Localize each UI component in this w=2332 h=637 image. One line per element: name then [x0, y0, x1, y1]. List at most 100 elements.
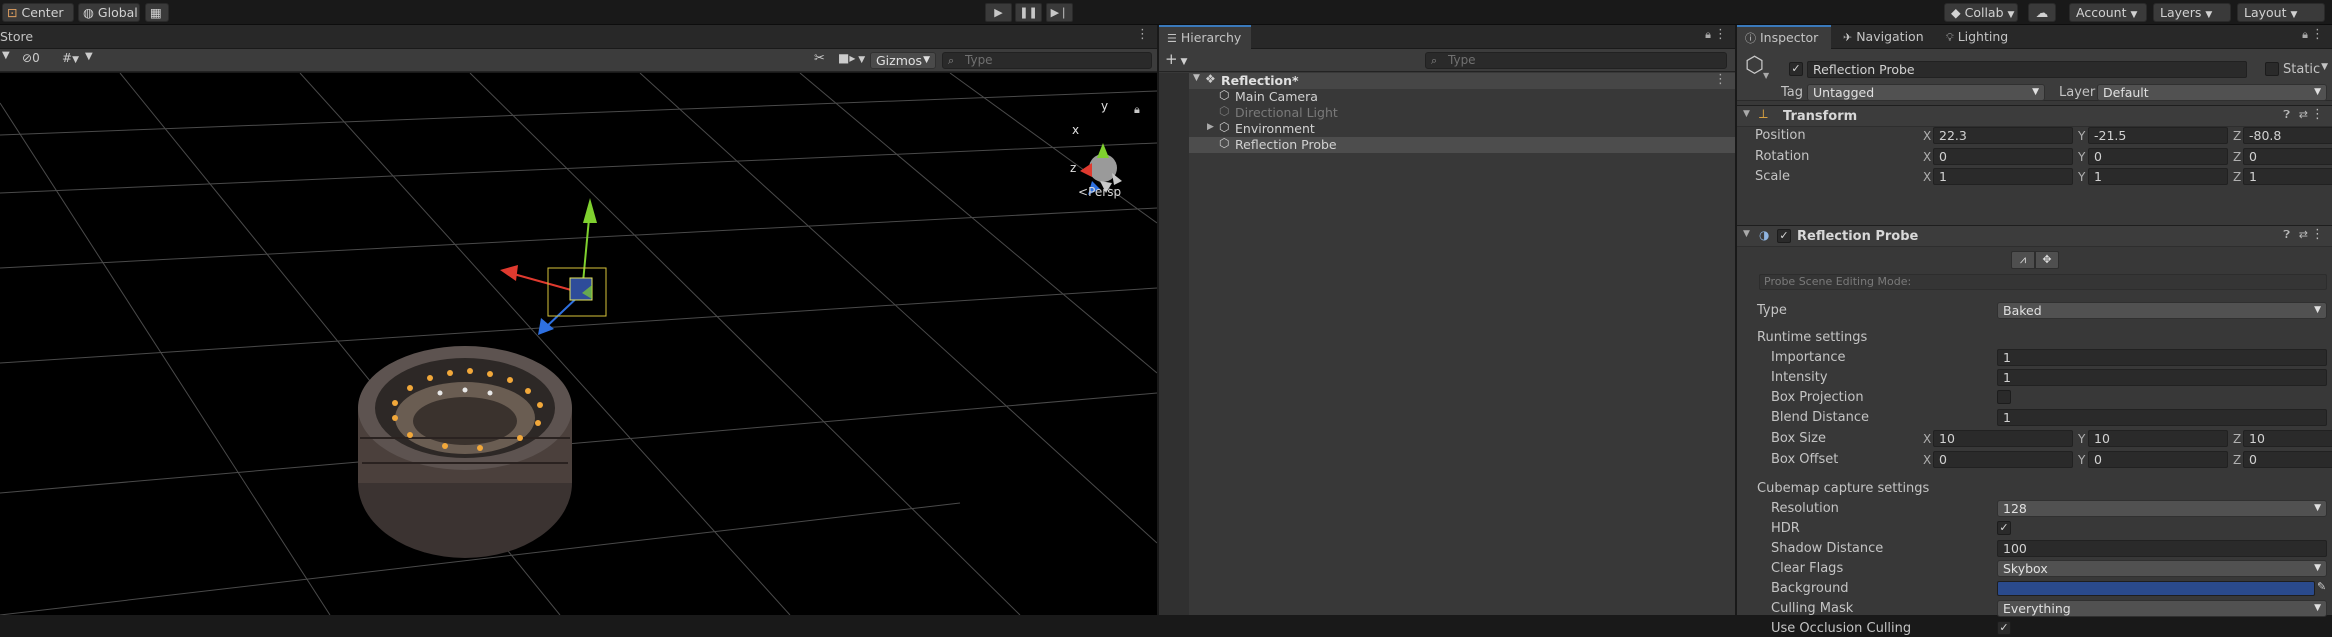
lock-icon[interactable]: 🔒︎	[2302, 28, 2308, 42]
background-color-field[interactable]	[1997, 581, 2315, 596]
layout-label: Layout	[2244, 5, 2287, 20]
more-options-icon[interactable]: ⋮	[1136, 27, 1149, 42]
help-icon[interactable]: ❓︎	[2283, 228, 2290, 242]
transform-gizmo[interactable]	[500, 198, 607, 335]
hierarchy-item[interactable]: ⬡ Main Camera	[1189, 88, 1735, 105]
hierarchy-item-label: Directional Light	[1235, 105, 1338, 120]
layer-dropdown[interactable]: Default ▼	[2097, 84, 2327, 101]
object-name-input[interactable]: Reflection Probe	[1807, 61, 2247, 78]
draw-mode-dropdown[interactable]: ▼	[2, 50, 10, 61]
box-offset-y-field[interactable]: 0	[2088, 451, 2228, 468]
box-offset-label: Box Offset	[1771, 452, 1839, 467]
play-button[interactable]: ▶	[985, 3, 1012, 22]
scale-y-field[interactable]: 1	[2088, 168, 2228, 185]
tag-dropdown[interactable]: Untagged ▼	[1807, 84, 2045, 101]
rotation-x-field[interactable]: 0	[1933, 148, 2073, 165]
chevron-down-icon[interactable]: ▼	[1763, 71, 1769, 80]
hierarchy-item[interactable]: ⬡ Reflection Probe	[1189, 136, 1735, 153]
snap-grid-button[interactable]: ▦	[145, 3, 169, 22]
scale-z-field[interactable]: 1	[2243, 168, 2332, 185]
hdr-checkbox[interactable]: ✓	[1997, 521, 2011, 535]
box-size-x-field[interactable]: 10	[1933, 430, 2073, 447]
edit-bounds-button[interactable]: ⩘	[2011, 251, 2035, 269]
tab-inspector[interactable]: ⓘ Inspector	[1737, 25, 1831, 49]
help-icon[interactable]: ❓︎	[2283, 108, 2290, 122]
culling-mask-dropdown[interactable]: Everything ▼	[1997, 600, 2327, 617]
space-toggle-button[interactable]: ◍ Global	[78, 3, 140, 22]
more-options-icon[interactable]: ⋮	[2311, 27, 2324, 42]
lock-icon[interactable]: 🔒︎	[1134, 103, 1140, 117]
box-size-y-field[interactable]: 10	[2088, 430, 2228, 447]
static-checkbox[interactable]	[2265, 62, 2279, 76]
transform-component-header[interactable]: ▼ ⟂ Transform ❓︎ ⇄ ⋮	[1737, 105, 2332, 127]
inspector-tabbar: ⓘ Inspector ✈ Navigation 💡︎ Lighting 🔒︎ …	[1737, 25, 2332, 49]
edit-origin-button[interactable]: ✥	[2035, 251, 2059, 269]
blend-distance-field[interactable]: 1	[1997, 409, 2327, 426]
position-y-field[interactable]: -21.5	[2088, 127, 2228, 144]
box-offset-x-field[interactable]: 0	[1933, 451, 2073, 468]
more-options-icon[interactable]: ⋮	[2311, 107, 2324, 122]
probe-enabled-checkbox[interactable]: ✓	[1777, 229, 1791, 243]
visibility-toggle[interactable]: ⊘0	[22, 51, 40, 65]
type-dropdown-value: Baked	[2003, 303, 2042, 318]
more-options-icon[interactable]: ⋮	[1714, 72, 1727, 87]
hierarchy-search-input[interactable]: ⌕ Type	[1425, 52, 1727, 69]
tools-button[interactable]: ✂	[814, 51, 825, 66]
expand-arrow-icon[interactable]: ▶	[1207, 122, 1214, 132]
scene-root-row[interactable]: ▼ ❖ Reflection* ⋮	[1189, 72, 1735, 89]
eyedropper-icon[interactable]: ✎	[2317, 580, 2326, 593]
axis-y-label: Y	[2078, 150, 2086, 164]
account-dropdown[interactable]: Account ▼	[2069, 3, 2147, 22]
box-size-z-field[interactable]: 10	[2243, 430, 2332, 447]
hierarchy-item[interactable]: ⬡ Directional Light	[1189, 104, 1735, 121]
occlusion-culling-label: Use Occlusion Culling	[1771, 621, 1912, 636]
tab-hierarchy[interactable]: ☰ Hierarchy	[1159, 25, 1252, 49]
reflection-probe-component-header[interactable]: ▼ ◑ ✓ Reflection Probe ❓︎ ⇄ ⋮	[1737, 225, 2332, 247]
layout-dropdown[interactable]: Layout ▼	[2237, 3, 2325, 22]
gizmos-dropdown[interactable]: Gizmos ▼	[870, 52, 936, 69]
scene-viewport[interactable]: y x z 🔒︎ <Persp	[0, 73, 1157, 615]
render-options-dropdown[interactable]: ▼	[85, 51, 93, 62]
box-projection-checkbox[interactable]	[1997, 390, 2011, 404]
grid-visibility-button[interactable]: #▼	[62, 51, 79, 65]
type-dropdown[interactable]: Baked ▼	[1997, 302, 2327, 319]
tab-navigation[interactable]: ✈ Navigation	[1833, 25, 1934, 49]
projection-toggle[interactable]: <Persp	[1078, 185, 1121, 199]
camera-button[interactable]: ■▸ ▼	[838, 51, 865, 65]
position-z-field[interactable]: -80.8	[2243, 127, 2332, 144]
foldout-arrow-icon[interactable]: ▼	[1743, 229, 1750, 239]
expand-arrow-icon[interactable]: ▼	[1193, 73, 1200, 83]
intensity-field[interactable]: 1	[1997, 369, 2327, 386]
box-offset-z-field[interactable]: 0	[2243, 451, 2332, 468]
rotation-z-field[interactable]: 0	[2243, 148, 2332, 165]
more-options-icon[interactable]: ⋮	[1714, 27, 1727, 42]
more-options-icon[interactable]: ⋮	[2311, 227, 2324, 242]
pivot-toggle-button[interactable]: ⊡ Center	[2, 3, 74, 22]
shadow-distance-field[interactable]: 100	[1997, 540, 2327, 557]
step-button[interactable]: ▶❘	[1046, 3, 1073, 22]
rotation-y-field[interactable]: 0	[2088, 148, 2228, 165]
preset-icon[interactable]: ⇄	[2299, 108, 2308, 121]
scene-panel: Store ⋮ ▼ ⊘0 #▼ ▼ ✂ ■▸ ▼ Gizmos▼ ⌕Type	[0, 25, 1157, 615]
hierarchy-item[interactable]: ▶ ⬡ Environment	[1189, 120, 1735, 137]
occlusion-culling-checkbox[interactable]: ✓	[1997, 621, 2011, 635]
tab-lighting[interactable]: 💡︎ Lighting	[1936, 25, 2018, 49]
cloud-button[interactable]: ☁	[2028, 3, 2056, 22]
chevron-down-icon[interactable]: ▼	[2321, 62, 2328, 72]
clear-flags-dropdown[interactable]: Skybox ▼	[1997, 560, 2327, 577]
scale-x-field[interactable]: 1	[1933, 168, 2073, 185]
resolution-dropdown[interactable]: 128 ▼	[1997, 500, 2327, 517]
layers-dropdown[interactable]: Layers ▼	[2153, 3, 2231, 22]
lock-icon[interactable]: 🔒︎	[1705, 28, 1711, 42]
pause-button[interactable]: ❚❚	[1015, 3, 1042, 22]
active-checkbox[interactable]: ✓	[1789, 62, 1803, 76]
collab-button[interactable]: ◆ Collab ▼	[1944, 3, 2018, 22]
axis-z-label: Z	[2233, 170, 2242, 184]
preset-icon[interactable]: ⇄	[2299, 228, 2308, 241]
tab-scene[interactable]: Store	[0, 25, 43, 49]
add-object-button[interactable]: + ▼	[1165, 50, 1187, 68]
importance-field[interactable]: 1	[1997, 349, 2327, 366]
foldout-arrow-icon[interactable]: ▼	[1743, 109, 1750, 119]
position-x-field[interactable]: 22.3	[1933, 127, 2073, 144]
scene-search-input[interactable]: ⌕ Type	[942, 52, 1152, 69]
